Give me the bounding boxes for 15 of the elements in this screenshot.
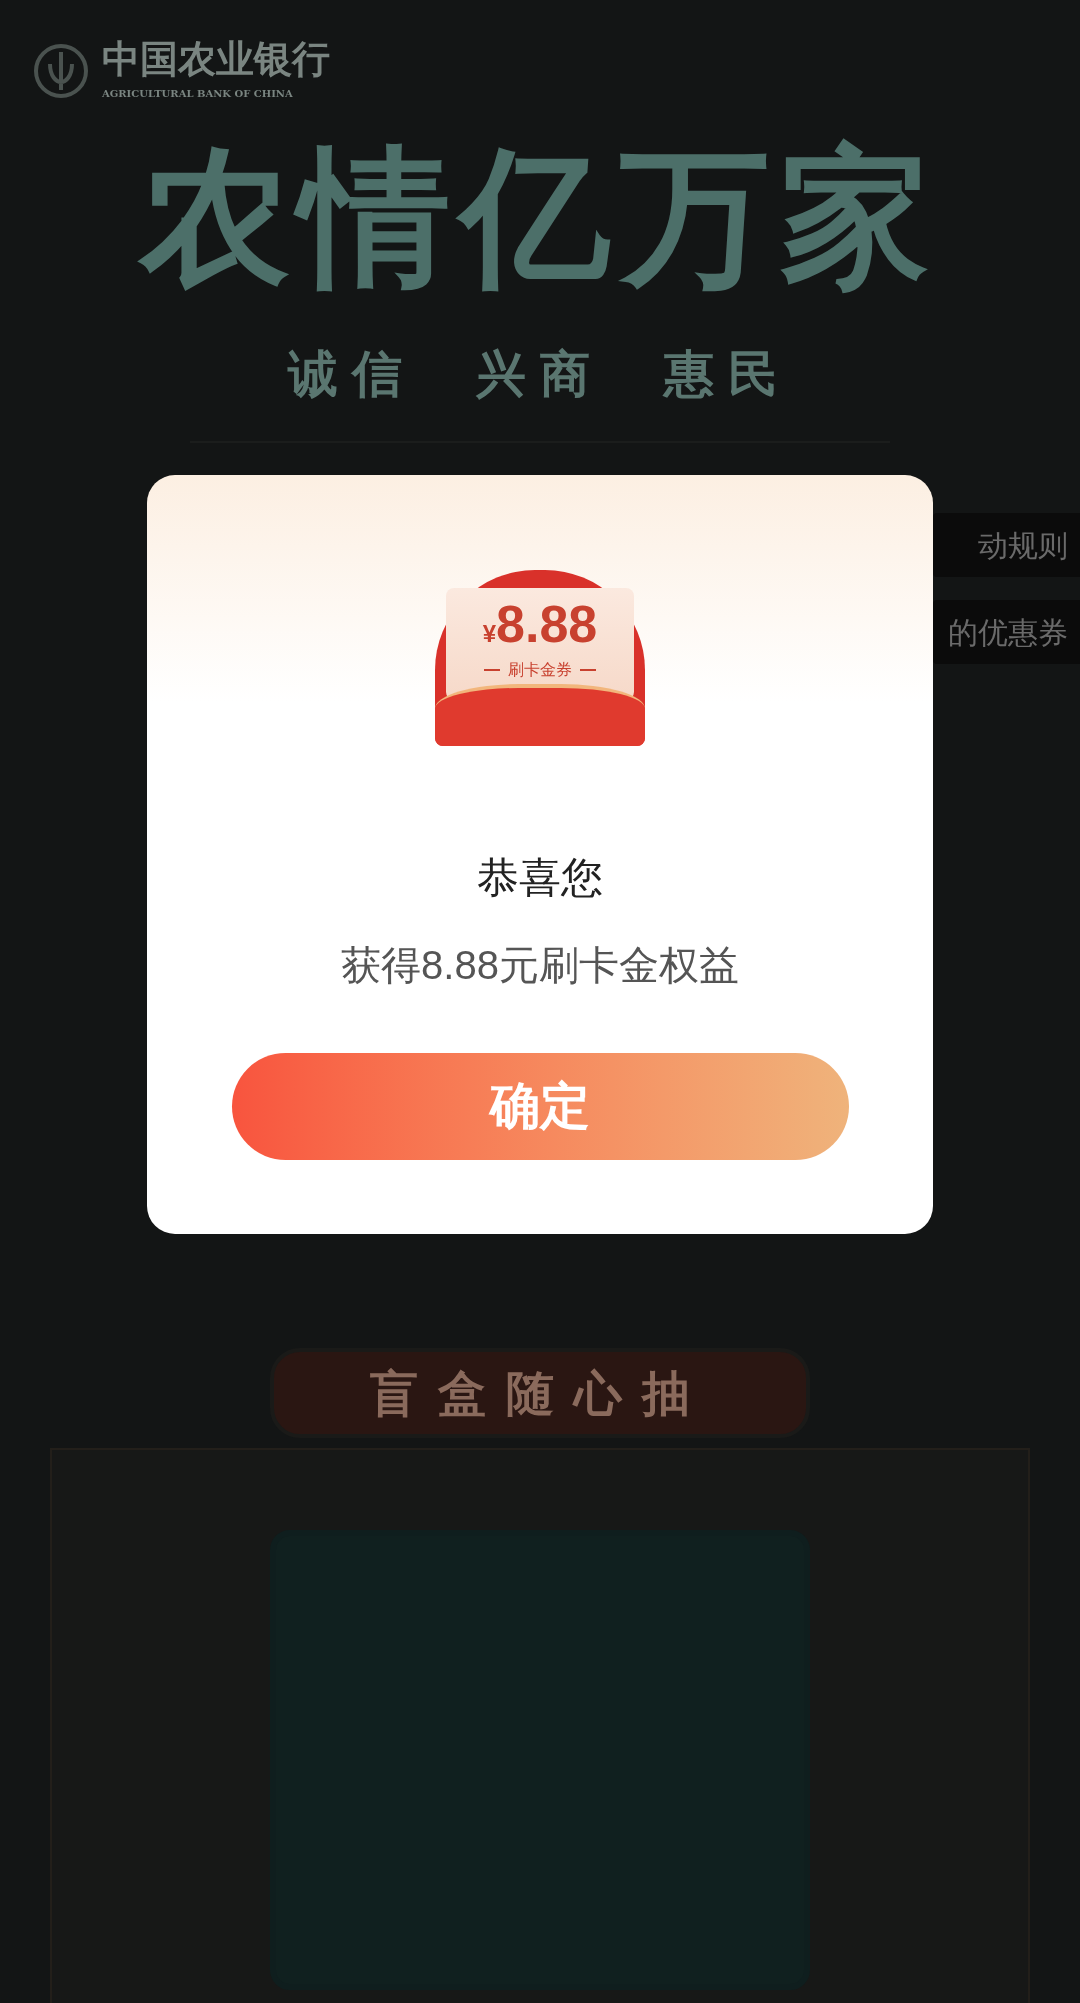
currency-symbol: ¥ xyxy=(482,620,497,649)
dialog-message: 获得8.88元刷卡金权益 xyxy=(341,942,739,989)
confirm-button[interactable]: 确定 xyxy=(231,1053,849,1160)
dialog-title: 恭喜您 xyxy=(477,853,603,903)
bank-name: 中国农业银行 xyxy=(102,40,330,78)
slogan-word: 诚信 xyxy=(288,343,416,405)
section-title: 盲盒随心抽 xyxy=(370,1364,710,1423)
side-tab[interactable]: 的优惠券 xyxy=(933,600,1080,664)
side-tab[interactable]: 动规则 xyxy=(933,513,1080,577)
slogan-word: 惠民 xyxy=(664,343,792,405)
slogan-word: 兴商 xyxy=(476,343,604,405)
coupon-amount: 8.88 xyxy=(496,598,598,650)
bank-name-english: AGRICULTURAL BANK OF CHINA xyxy=(102,87,294,101)
bank-logo-icon xyxy=(32,41,90,100)
coupon-label: 刷卡金券 xyxy=(508,660,572,680)
